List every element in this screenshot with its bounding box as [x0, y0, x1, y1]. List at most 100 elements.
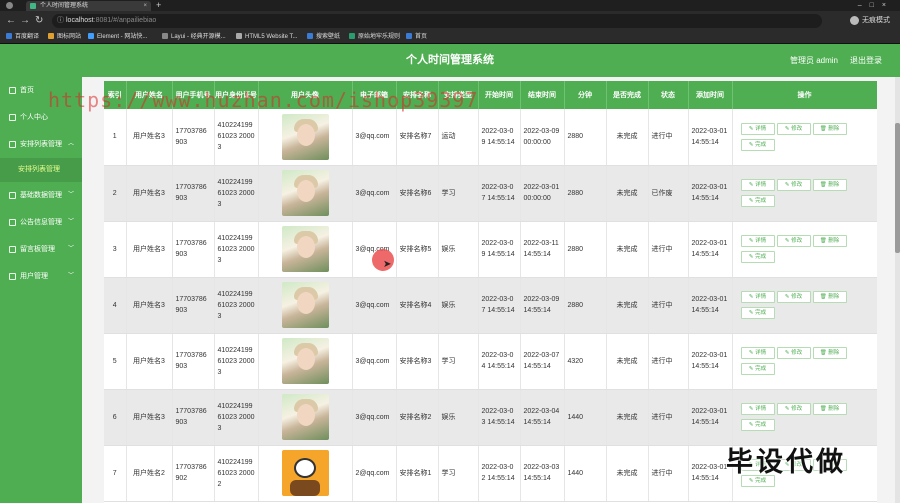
avatar[interactable]: [281, 338, 329, 384]
cell-minutes: 4320: [564, 333, 607, 390]
button-label: 修改: [791, 350, 803, 356]
edit-button[interactable]: ✎ 修改: [776, 291, 811, 303]
reload-icon[interactable]: ↻: [35, 14, 43, 28]
url-field[interactable]: ⓘ localhost:8081/#/anpailiebiao: [52, 14, 822, 28]
edit-button[interactable]: ✎ 修改: [776, 403, 811, 415]
chevron-up-icon: ︿: [67, 141, 74, 147]
window-controls[interactable]: –□×: [858, 0, 894, 11]
grid-icon: [9, 192, 16, 199]
cell-plan: 安排名称1: [396, 445, 439, 502]
actions-cell: ✎ 详情 ✎ 修改 🗑 删除 ✎ 完成: [732, 389, 877, 446]
edit-button[interactable]: ✎ 修改: [776, 179, 811, 191]
bookmark-item[interactable]: 原始地牢乐规则: [349, 31, 400, 44]
avatar-face: [296, 404, 315, 426]
edit-button[interactable]: ✎ 修改: [776, 347, 811, 359]
bookmark-item[interactable]: 首页: [406, 31, 427, 44]
delete-button[interactable]: 🗑 删除: [812, 179, 847, 191]
bookmark-item[interactable]: 百度翻译: [6, 31, 39, 44]
button-label: 删除: [828, 350, 840, 356]
forward-icon[interactable]: →: [20, 14, 30, 28]
cell-idcard: 41022419961023 20003: [214, 165, 259, 222]
bookmark-item[interactable]: Layui - 经典开源模...: [162, 31, 226, 44]
cell-name: 用户姓名3: [126, 221, 173, 278]
close-icon[interactable]: ×: [143, 1, 147, 11]
button-label: 修改: [791, 406, 803, 412]
back-icon[interactable]: ←: [6, 14, 16, 28]
button-label: 完成: [755, 366, 767, 372]
bookmark-item[interactable]: Element - 网站快...: [88, 31, 147, 44]
cell-phone: 17703786903: [172, 109, 215, 166]
scrollbar-thumb[interactable]: [895, 123, 900, 253]
cell-name: 用户姓名3: [126, 333, 173, 390]
detail-button[interactable]: ✎ 详情: [740, 291, 775, 303]
new-tab-icon[interactable]: +: [156, 0, 161, 11]
avatar[interactable]: [281, 113, 329, 160]
detail-button[interactable]: ✎ 详情: [740, 403, 775, 415]
browser-tab[interactable]: 个人时间管理系统 ×: [26, 1, 151, 11]
detail-button[interactable]: ✎ 详情: [740, 122, 775, 135]
button-label: 完成: [755, 198, 767, 204]
complete-button[interactable]: ✎ 完成: [740, 195, 775, 207]
cell-done: 未完成: [606, 221, 649, 278]
cell-type: 学习: [438, 333, 479, 390]
complete-button[interactable]: ✎ 完成: [740, 363, 775, 375]
browser-tabbar: 个人时间管理系统 × + –□×: [0, 0, 900, 11]
complete-button[interactable]: ✎ 完成: [740, 307, 775, 319]
complete-button[interactable]: ✎ 完成: [740, 138, 775, 151]
delete-button[interactable]: 🗑 删除: [812, 291, 847, 303]
scrollbar[interactable]: [895, 77, 900, 503]
table-row: 3 用户姓名3 17703786903 41022419961023 20003 3@q…: [104, 221, 877, 278]
delete-button[interactable]: 🗑 删除: [812, 122, 847, 135]
logout-link[interactable]: 退出登录: [850, 44, 882, 77]
delete-button[interactable]: 🗑 删除: [812, 347, 847, 359]
button-label: 删除: [828, 294, 840, 300]
button-label: 删除: [828, 406, 840, 412]
cell-name: 用户姓名3: [126, 165, 173, 222]
cell-idcard: 41022419961023 20003: [214, 109, 259, 166]
button-label: 修改: [791, 182, 803, 188]
complete-button[interactable]: ✎ 完成: [740, 419, 775, 431]
sidebar-item-notice[interactable]: 公告信息管理 ﹀: [0, 209, 82, 236]
profile-button[interactable]: 无痕模式: [850, 15, 890, 27]
sidebar-item-plan-management[interactable]: 安排列表管理 ︿: [0, 131, 82, 158]
cell-end: 2022-03-09 00:00:00: [520, 109, 565, 166]
delete-button[interactable]: 🗑 删除: [812, 235, 847, 247]
cell-plan: 安排名称5: [396, 221, 439, 278]
sidebar-item-basic-data[interactable]: 基础数据管理 ﹀: [0, 182, 82, 209]
cell-done: 未完成: [606, 165, 649, 222]
avatar[interactable]: [281, 226, 329, 272]
edit-button[interactable]: ✎ 修改: [776, 235, 811, 247]
sidebar-item-users[interactable]: 用户管理 ﹀: [0, 263, 82, 290]
cell-start: 2022-03-09 14:55:14: [478, 221, 521, 278]
bookmark-item[interactable]: 搜索壁纸: [307, 31, 340, 44]
avatar-hair: [289, 480, 320, 496]
column-header: 操作: [732, 81, 877, 109]
table-row: 5 用户姓名3 17703786903 41022419961023 20003 3@q…: [104, 333, 877, 390]
avatar[interactable]: [281, 394, 329, 440]
detail-button[interactable]: ✎ 详情: [740, 179, 775, 191]
avatar-face: [296, 348, 315, 370]
notice-icon: [9, 219, 16, 226]
bookmark-item[interactable]: HTML5 Website T...: [236, 31, 297, 44]
bookmark-item[interactable]: 图标网站: [48, 31, 81, 44]
browser-menu-icon[interactable]: [6, 2, 13, 9]
cell-idcard: 41022419961023 20003: [214, 221, 259, 278]
cell-type: 运动: [438, 109, 479, 166]
edit-button[interactable]: ✎ 修改: [776, 122, 811, 135]
detail-button[interactable]: ✎ 详情: [740, 235, 775, 247]
message-icon: [9, 246, 16, 253]
sidebar-item-messages[interactable]: 留言板管理 ﹀: [0, 236, 82, 263]
chevron-down-icon: ﹀: [67, 219, 74, 225]
promo-stamp: 毕设代做: [726, 447, 846, 477]
avatar[interactable]: [281, 282, 329, 328]
delete-button[interactable]: 🗑 删除: [812, 403, 847, 415]
complete-button[interactable]: ✎ 完成: [740, 251, 775, 263]
cell-idcard: 41022419961023 20003: [214, 389, 259, 446]
avatar-face: [296, 292, 315, 314]
sidebar-subitem-plan-list[interactable]: 安排列表管理: [0, 158, 82, 182]
detail-button[interactable]: ✎ 详情: [740, 347, 775, 359]
avatar[interactable]: [281, 170, 329, 216]
user-icon: [9, 114, 16, 121]
avatar[interactable]: [281, 450, 329, 496]
cell-idx: 2: [104, 165, 127, 222]
